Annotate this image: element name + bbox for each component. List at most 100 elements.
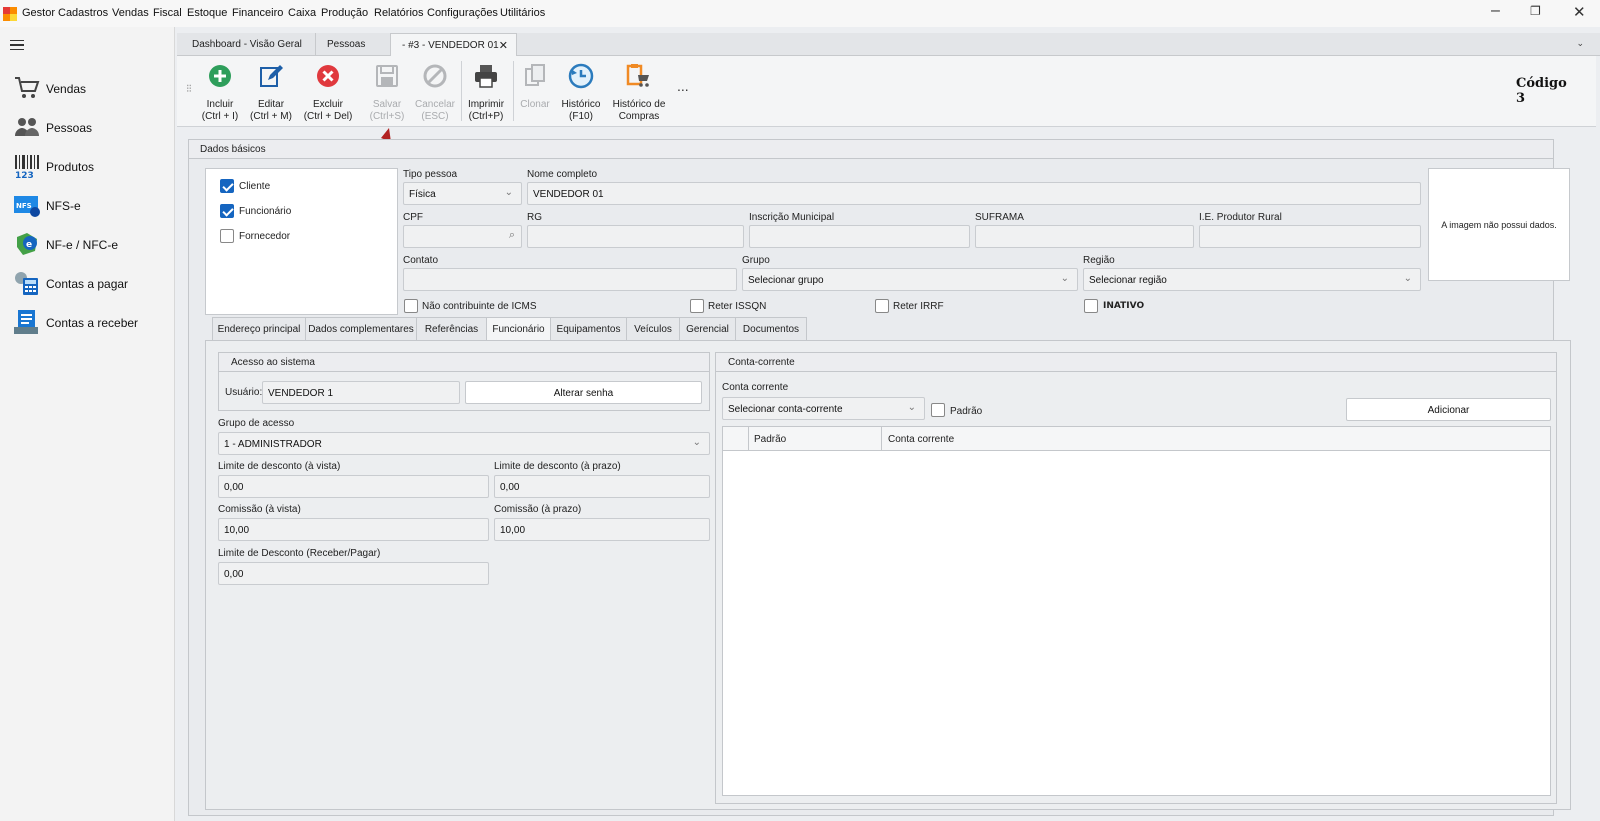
cpf-input[interactable]: ⌕ [403,225,522,248]
chevron-down-icon[interactable]: ⌄ [1576,38,1584,49]
tab-label: Equipamentos [556,324,621,335]
menu-utilitarios[interactable]: Utilitários [500,7,545,19]
tipo-pessoa-value: Física [409,189,436,200]
ie-produtor-rural-input[interactable] [1199,225,1421,248]
chevron-down-icon: ⌄ [504,187,513,198]
menu-producao[interactable]: Produção [321,7,368,19]
menu-estoque[interactable]: Estoque [187,7,227,19]
sidebar-item-nfse[interactable]: NFS NFS-e [0,189,175,221]
close-icon[interactable]: ✕ [1573,3,1586,21]
grid-row-indicator-header [723,427,749,450]
rg-input[interactable] [527,225,744,248]
cancelar-button[interactable]: Cancelar (ESC) [414,63,456,123]
comissao-prazo-label: Comissão (à prazo) [494,504,582,515]
inscricao-municipal-input[interactable] [749,225,970,248]
hamburger-menu-icon[interactable] [10,40,24,50]
nfe-icon: e [17,233,37,255]
column-header-padrao[interactable]: Padrão [749,427,882,450]
nao-contribuinte-icms-checkbox[interactable] [404,299,418,313]
nome-completo-input[interactable]: VENDEDOR 01 [527,182,1421,205]
suframa-input[interactable] [975,225,1194,248]
tab-equipamentos[interactable]: Equipamentos [550,317,627,340]
cart-icon [15,77,40,98]
contato-input[interactable] [403,268,737,291]
incluir-button[interactable]: Incluir (Ctrl + I) [199,63,241,123]
tab-veiculos[interactable]: Veículos [626,317,680,340]
fornecedor-checkbox[interactable] [220,229,234,243]
historico-compras-button[interactable]: Histórico de Compras [610,63,668,123]
inativo-checkbox[interactable] [1084,299,1098,313]
tab-documentos[interactable]: Documentos [735,317,807,340]
panel-header: Conta-corrente [716,353,1556,372]
historico-button[interactable]: Histórico (F10) [559,63,603,123]
clonar-button[interactable]: Clonar [517,63,553,111]
limite-desconto-receber-pagar-input[interactable]: 0,00 [218,562,489,585]
fornecedor-label: Fornecedor [239,231,291,242]
reter-issqn-checkbox[interactable] [690,299,704,313]
menu-relatorios[interactable]: Relatórios [374,7,424,19]
regiao-select[interactable]: Selecionar região ⌄ [1083,268,1421,291]
adicionar-button[interactable]: Adicionar [1346,398,1551,421]
tab-dados-complementares[interactable]: Dados complementares [305,317,417,340]
grupo-label: Grupo [742,255,770,266]
search-icon[interactable]: ⌕ [509,229,515,242]
excluir-button[interactable]: Excluir (Ctrl + Del) [302,63,354,123]
tab-endereco-principal[interactable]: Endereço principal [212,317,306,340]
panel-header: Dados básicos [189,140,1553,159]
tab-dashboard[interactable]: Dashboard - Visão Geral [177,33,316,56]
alterar-senha-button[interactable]: Alterar senha [465,381,702,404]
tab-referencias[interactable]: Referências [416,317,487,340]
incluir-shortcut: (Ctrl + I) [201,111,239,122]
grupo-acesso-select[interactable]: 1 - ADMINISTRADOR ⌄ [218,432,710,455]
menu-caixa[interactable]: Caixa [288,7,316,19]
salvar-button[interactable]: Salvar (Ctrl+S) [367,63,407,123]
sidebar-item-vendas[interactable]: Vendas [0,72,175,104]
tipo-pessoa-select[interactable]: Física ⌄ [403,182,522,205]
cliente-checkbox[interactable] [220,179,234,193]
photo-placeholder[interactable]: A imagem não possui dados. [1428,168,1570,281]
sidebar-item-nfe[interactable]: e NF-e / NFC-e [0,228,175,260]
menu-gestor[interactable]: Gestor [22,7,55,19]
padrao-checkbox[interactable] [931,403,945,417]
limite-desconto-prazo-input[interactable]: 0,00 [494,475,710,498]
tab-gerencial[interactable]: Gerencial [679,317,736,340]
grupo-select[interactable]: Selecionar grupo ⌄ [742,268,1078,291]
sidebar-item-contas-pagar[interactable]: Contas a pagar [0,267,175,299]
menu-configuracoes[interactable]: Configurações [427,7,498,19]
minimize-icon[interactable]: – [1491,2,1500,20]
reter-irrf-checkbox[interactable] [875,299,889,313]
limite-desconto-vista-input[interactable]: 0,00 [218,475,489,498]
usuario-value: VENDEDOR 1 [268,388,334,399]
inativo-label: INATIVO [1103,301,1145,311]
close-tab-icon[interactable]: ✕ [499,39,508,52]
imprimir-button[interactable]: Imprimir (Ctrl+P) [465,63,507,123]
menu-fiscal[interactable]: Fiscal [153,7,182,19]
column-header-conta-corrente[interactable]: Conta corrente [882,427,1182,450]
menu-financeiro[interactable]: Financeiro [232,7,283,19]
menu-cadastros[interactable]: Cadastros [58,7,108,19]
funcionario-checkbox[interactable] [220,204,234,218]
comissao-prazo-input[interactable]: 10,00 [494,518,710,541]
usuario-input[interactable]: VENDEDOR 1 [262,381,460,404]
salvar-label: Salvar [372,99,402,110]
tab-pessoas[interactable]: Pessoas [316,33,390,56]
nome-completo-label: Nome completo [527,169,598,180]
restore-icon[interactable]: ❐ [1530,4,1541,18]
more-options-button[interactable]: ... [677,78,689,94]
document-tab-bar: Dashboard - Visão Geral Pessoas - #3 - V… [177,33,1600,57]
sidebar-item-label: NFS-e [46,199,81,213]
sidebar-item-label: Contas a receber [46,316,139,330]
comissao-vista-input[interactable]: 10,00 [218,518,489,541]
menu-vendas[interactable]: Vendas [112,7,149,19]
drag-handle-icon[interactable]: ⁝⁝ [186,82,192,95]
sidebar-item-pessoas[interactable]: Pessoas [0,111,175,143]
sidebar-item-contas-receber[interactable]: Contas a receber [0,306,175,338]
tab-vendedor-01[interactable]: - #3 - VENDEDOR 01 ✕ [390,33,517,57]
historico-shortcut: (F10) [569,111,593,122]
conta-corrente-select[interactable]: Selecionar conta-corrente ⌄ [722,397,925,420]
sidebar-item-produtos[interactable]: 123 Produtos [0,150,175,182]
editar-button[interactable]: Editar (Ctrl + M) [248,63,294,123]
tab-funcionario[interactable]: Funcionário [486,317,551,341]
barcode-icon: 123 [15,155,39,179]
tab-label: - #3 - VENDEDOR 01 [402,40,499,51]
